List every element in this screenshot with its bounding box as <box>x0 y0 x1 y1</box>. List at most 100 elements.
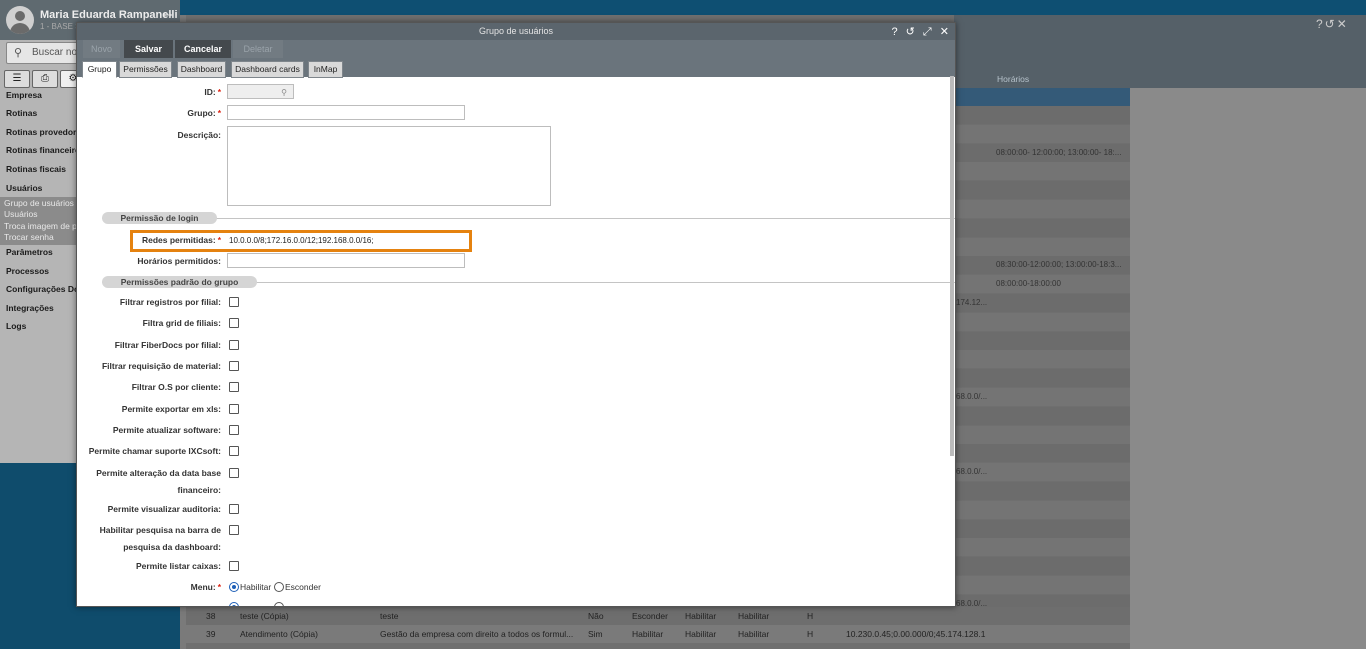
list-icon[interactable]: ☰ <box>4 70 30 88</box>
user-base: 1 - BASE S <box>40 22 81 31</box>
section-permissoes-padrao: Permissões padrão do grupo <box>102 276 257 288</box>
background-grid-row <box>954 350 1130 369</box>
background-grid-row: 08:00:00- 12:00:00; 13:00:00- 18:... <box>954 143 1130 162</box>
permission-label: Filtra grid de filiais: <box>142 318 221 328</box>
permission-checkbox[interactable] <box>229 446 239 456</box>
dialog-scrollbar[interactable] <box>950 76 954 456</box>
history-icon[interactable]: ↺ <box>906 25 915 38</box>
permission-checkbox[interactable] <box>229 561 239 571</box>
background-empty-area <box>1130 88 1366 649</box>
tab-permissoes[interactable]: Permissões <box>119 61 172 78</box>
submenu-item[interactable]: Grupo de usuários <box>4 198 74 208</box>
sidebar-item[interactable]: Rotinas provedor <box>6 127 76 137</box>
permission-checkbox[interactable] <box>229 525 239 535</box>
background-cell: 08:00:00-18:00:00 <box>996 279 1061 289</box>
novo-button[interactable]: Novo <box>83 40 120 58</box>
background-cell: 174.12... <box>956 298 988 307</box>
horarios-label: Horários permitidos: <box>137 256 221 266</box>
permission-checkbox[interactable] <box>229 340 239 350</box>
sidebar-item[interactable]: Empresa <box>6 90 42 100</box>
permission-checkbox[interactable] <box>229 504 239 514</box>
background-grid-row: 68.0.0/... <box>954 388 1130 406</box>
permission-label-cont: pesquisa da dashboard: <box>123 542 221 552</box>
sidebar-item[interactable]: Logs <box>6 321 26 331</box>
table-cell: 39 <box>206 629 216 639</box>
next-esconder-radio[interactable] <box>274 602 284 606</box>
permission-checkbox[interactable] <box>229 468 239 478</box>
search-button[interactable]: ⚲ Buscar no <box>6 42 82 64</box>
permission-label: Permite exportar em xls: <box>121 404 221 414</box>
permission-label: Filtrar FiberDocs por filial: <box>114 340 221 350</box>
sidebar-item[interactable]: Rotinas financeiro <box>6 145 80 155</box>
menu-habilitar-radio[interactable] <box>229 582 239 592</box>
tab-dashboard[interactable]: Dashboard <box>177 61 226 78</box>
sidebar-item[interactable]: Rotinas <box>6 108 37 118</box>
permission-label: Permite visualizar auditoria: <box>107 504 221 514</box>
logout-icon[interactable]: ↦ <box>164 10 174 21</box>
permission-checkbox[interactable] <box>229 425 239 435</box>
avatar[interactable] <box>6 6 34 34</box>
tab-grupo[interactable]: Grupo <box>82 61 117 78</box>
permission-checkbox[interactable] <box>229 297 239 307</box>
salvar-button[interactable]: Salvar <box>124 40 173 58</box>
submenu-item[interactable]: Trocar senha <box>4 232 54 242</box>
background-grid-row: 08:30:00-12:00:00; 13:00:00-18:3... <box>954 256 1130 275</box>
horarios-field[interactable] <box>227 253 465 268</box>
background-grid-row <box>954 200 1130 218</box>
sidebar-item[interactable]: Usuários <box>6 183 42 193</box>
print-icon[interactable]: ⎙ <box>32 70 58 88</box>
permission-label: Permite listar caixas: <box>135 561 221 571</box>
background-grid-header <box>954 88 1130 106</box>
dialog-title-bar[interactable]: Grupo de usuários ? ↺ ⤢ ✕ <box>77 23 955 40</box>
dialog-controls: ? ↺ ⤢ ✕ <box>886 25 949 39</box>
table-row[interactable]: 38 teste (Cópia) teste Não Esconder Habilitar… <box>186 607 1130 625</box>
close-icon[interactable]: ✕ <box>940 25 949 38</box>
maximize-icon[interactable]: ⤢ <box>923 26 932 39</box>
id-field[interactable]: ⚲ <box>227 84 294 99</box>
sidebar-item[interactable]: Processos <box>6 266 49 276</box>
menu-habilitar-label: Habilitar <box>240 582 272 592</box>
permission-checkbox[interactable] <box>229 404 239 414</box>
help-icon[interactable]: ? <box>891 26 897 38</box>
sidebar-item[interactable]: Parâmetros <box>6 247 53 257</box>
search-icon[interactable]: ⚲ <box>281 85 287 100</box>
menu-esconder-radio[interactable] <box>274 582 284 592</box>
background-window-icons[interactable]: ?↺✕ <box>1316 17 1349 31</box>
background-grid-row <box>954 444 1130 463</box>
sidebar-item[interactable]: Integrações <box>6 303 54 313</box>
descricao-textarea[interactable] <box>227 126 551 206</box>
submenu-item[interactable]: Usuários <box>4 209 38 219</box>
column-title-horarios[interactable]: Horários <box>997 74 1029 84</box>
table-row[interactable]: 39 Atendimento (Cópia) Gestão da empresa c… <box>186 625 1130 643</box>
background-grid-row <box>954 557 1130 576</box>
table-cell: Habilitar <box>738 629 770 639</box>
background-grid-row <box>954 425 1130 444</box>
tab-inmap[interactable]: InMap <box>308 61 343 78</box>
background-grid-row <box>954 218 1130 237</box>
deletar-button[interactable]: Deletar <box>233 40 283 58</box>
grupo-field[interactable] <box>227 105 465 120</box>
permission-label: Permite chamar suporte IXCsoft: <box>88 446 221 456</box>
user-name: Maria Eduarda Rampanelli <box>40 9 178 21</box>
descricao-label: Descrição: <box>177 130 221 140</box>
permission-checkbox[interactable] <box>229 318 239 328</box>
next-habilitar-radio[interactable] <box>229 602 239 606</box>
permission-label: Filtrar requisição de material: <box>101 361 221 371</box>
table-cell: Esconder <box>632 611 668 621</box>
permission-checkbox[interactable] <box>229 361 239 371</box>
grupo-usuarios-dialog: Grupo de usuários ? ↺ ⤢ ✕ Novo Salvar Ca… <box>76 22 956 607</box>
sidebar-item[interactable]: Configurações Doc <box>6 284 84 294</box>
table-cell: teste <box>380 611 399 621</box>
permission-checkbox[interactable] <box>229 382 239 392</box>
sidebar-item[interactable]: Rotinas fiscais <box>6 164 66 174</box>
background-grid-row <box>954 181 1130 200</box>
tab-dashboard-cards[interactable]: Dashboard cards <box>231 61 304 78</box>
table-cell: 38 <box>206 611 216 621</box>
section-permissao-login: Permissão de login <box>102 212 217 224</box>
background-cell: 68.0.0/... <box>956 467 988 477</box>
cancelar-button[interactable]: Cancelar <box>175 40 231 58</box>
table-cell: H <box>807 611 814 621</box>
submenu-item[interactable]: Troca imagem de p <box>4 221 77 231</box>
permission-label: Filtrar registros por filial: <box>119 297 221 307</box>
table-cell: Habilitar <box>685 629 717 639</box>
